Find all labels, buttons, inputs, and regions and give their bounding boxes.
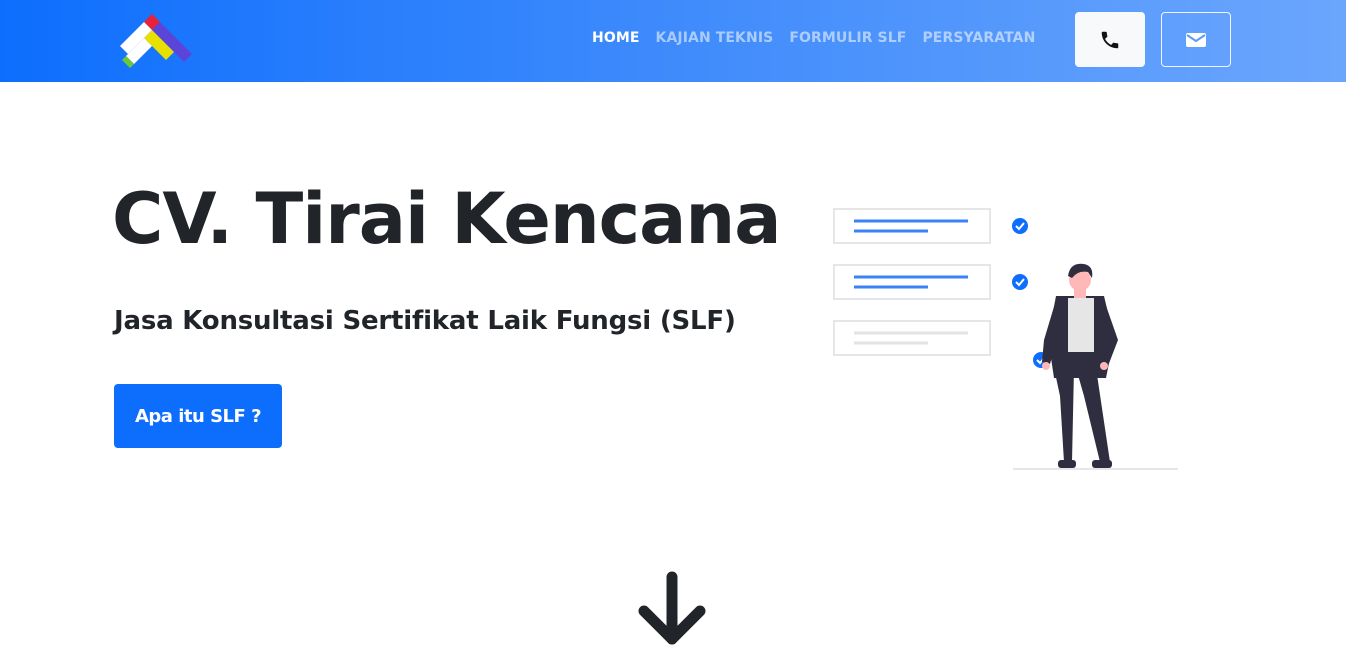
checklist-card-1: [833, 208, 991, 244]
what-is-slf-button[interactable]: Apa itu SLF ?: [114, 384, 282, 448]
nav-kajian-teknis[interactable]: KAJIAN TEKNIS: [656, 30, 774, 46]
arrow-down-icon[interactable]: [636, 571, 708, 647]
nav-home[interactable]: HOME: [592, 30, 640, 46]
main-nav: HOME KAJIAN TEKNIS FORMULIR SLF PERSYARA…: [592, 30, 1035, 46]
hero-subtitle: Jasa Konsultasi Sertifikat Laik Fungsi (…: [114, 306, 736, 336]
navbar: HOME KAJIAN TEKNIS FORMULIR SLF PERSYARA…: [0, 0, 1346, 82]
nav-formulir-slf[interactable]: FORMULIR SLF: [789, 30, 906, 46]
nav-persyaratan[interactable]: PERSYARATAN: [922, 30, 1035, 46]
check-icon: [1012, 218, 1028, 234]
checklist-card-2: [833, 264, 991, 300]
checklist-card-3: [833, 320, 991, 356]
phone-button[interactable]: [1075, 12, 1145, 67]
phone-icon: [1101, 31, 1119, 48]
hero-title: CV. Tirai Kencana: [112, 178, 781, 260]
email-button[interactable]: [1161, 12, 1231, 67]
brand-logo-icon: [120, 14, 192, 68]
checklist-person-illustration: [833, 208, 1178, 470]
envelope-icon: [1186, 32, 1206, 47]
brand-logo[interactable]: [112, 12, 194, 70]
check-icon: [1012, 274, 1028, 290]
